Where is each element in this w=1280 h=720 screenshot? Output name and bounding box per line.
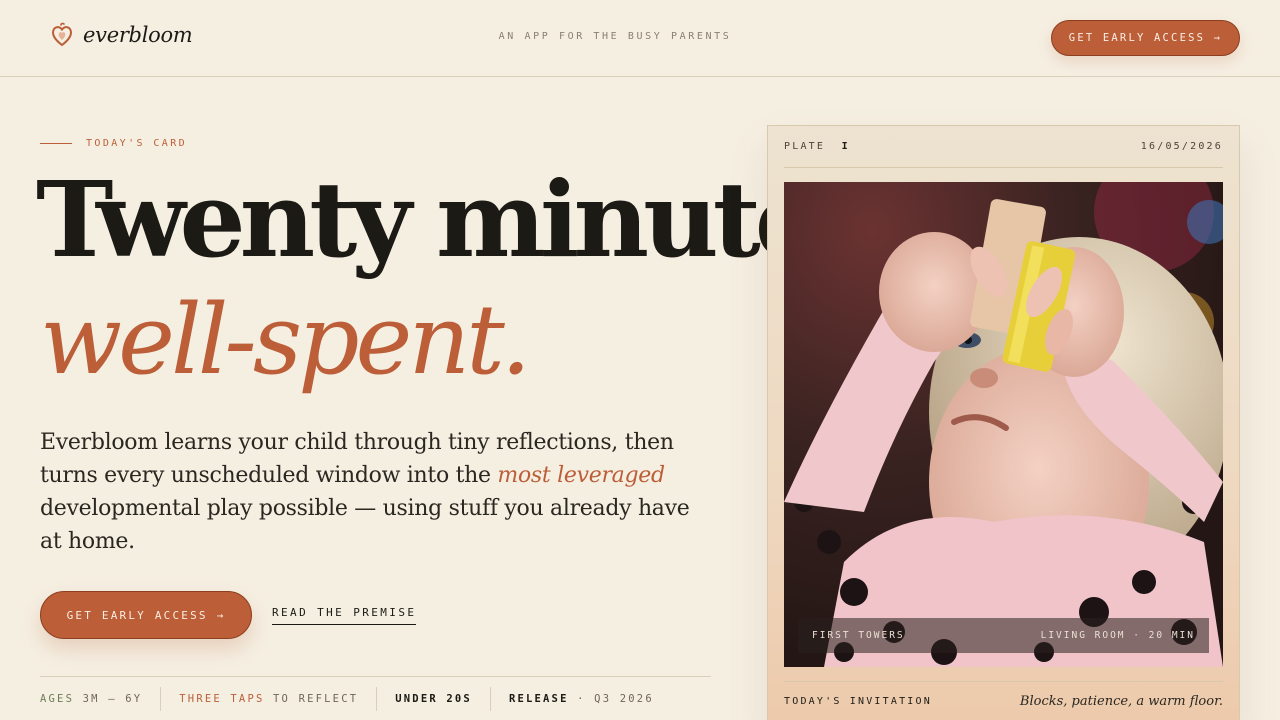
stat-value: · Q3 2026 xyxy=(577,692,654,705)
section-eyebrow: TODAY'S CARD xyxy=(40,138,187,149)
hero-lede: Everbloom learns your child through tiny… xyxy=(40,426,710,558)
lede-emphasis: most leveraged xyxy=(497,463,665,488)
plate-label-text: PLATE xyxy=(784,141,826,152)
plate-label: PLATE I xyxy=(784,141,850,152)
hero-headline-accent: well-spent. xyxy=(40,284,531,396)
photo-caption: FIRST TOWERS LIVING ROOM · 20 MIN xyxy=(798,618,1209,653)
card-header: PLATE I 16/05/2026 xyxy=(784,126,1223,168)
stat-duration: UNDER 20S xyxy=(377,686,491,711)
invitation-label: TODAY'S INVITATION xyxy=(784,696,932,707)
card-footer: TODAY'S INVITATION Blocks, patience, a w… xyxy=(784,681,1223,720)
stat-key: RELEASE xyxy=(508,692,569,705)
stat-ages: AGES 3M – 6Y xyxy=(40,686,162,711)
plate-number: I xyxy=(841,141,850,152)
todays-card: PLATE I 16/05/2026 FIRST TOWERS LIVING R… xyxy=(767,125,1240,720)
stats-bar: AGES 3M – 6Y THREE TAPS TO REFLECT UNDER… xyxy=(40,676,711,720)
stat-value: 3M – 6Y xyxy=(82,692,143,705)
read-premise-link[interactable]: READ THE PREMISE xyxy=(272,606,417,625)
caption-meta: LIVING ROOM · 20 MIN xyxy=(1040,630,1195,641)
stat-value: TO REFLECT xyxy=(273,692,359,705)
stat-release: RELEASE · Q3 2026 xyxy=(491,687,672,711)
invitation-text: Blocks, patience, a warm floor. xyxy=(1019,694,1223,709)
eyebrow-rule xyxy=(40,143,72,144)
stat-key: UNDER 20S xyxy=(395,692,472,705)
stat-key: AGES xyxy=(40,692,75,705)
child-with-blocks-illustration xyxy=(784,182,1223,667)
site-header: everbloom AN APP FOR THE BUSY PARENTS GE… xyxy=(0,0,1280,77)
hero-early-access-button[interactable]: GET EARLY ACCESS → xyxy=(40,591,252,639)
stat-key: THREE TAPS xyxy=(179,692,265,705)
caption-title: FIRST TOWERS xyxy=(812,630,905,641)
lede-text-end: developmental play possible — using stuf… xyxy=(40,496,690,554)
card-photo: FIRST TOWERS LIVING ROOM · 20 MIN xyxy=(784,182,1223,667)
card-date: 16/05/2026 xyxy=(1140,141,1223,152)
header-early-access-button[interactable]: GET EARLY ACCESS → xyxy=(1051,20,1240,56)
eyebrow-label: TODAY'S CARD xyxy=(86,138,188,149)
header-tagline: AN APP FOR THE BUSY PARENTS xyxy=(498,31,732,42)
stat-reflect: THREE TAPS TO REFLECT xyxy=(161,686,378,711)
